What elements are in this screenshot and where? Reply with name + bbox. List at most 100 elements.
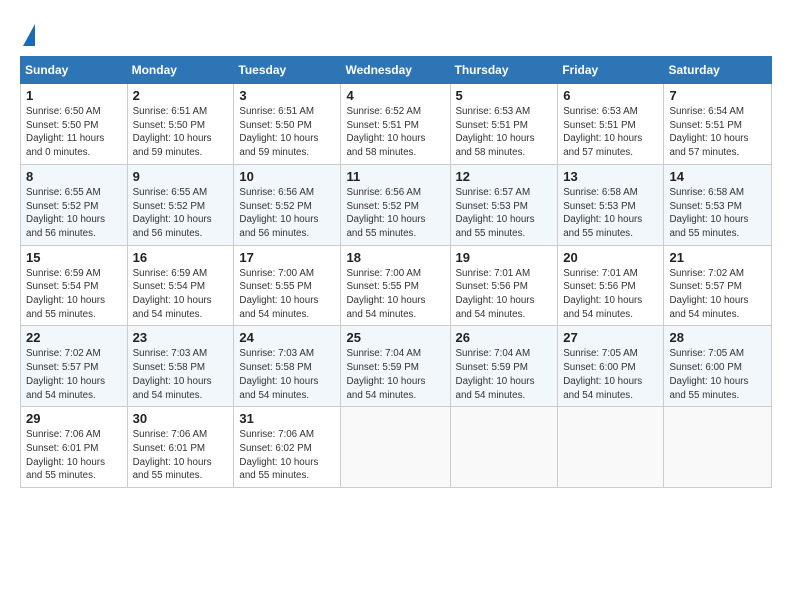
day-number: 7 [669, 88, 766, 103]
day-info: Sunrise: 6:51 AMSunset: 5:50 PMDaylight:… [133, 105, 229, 160]
day-info: Sunrise: 6:57 AMSunset: 5:53 PMDaylight:… [456, 186, 553, 241]
day-cell-1: 1 Sunrise: 6:50 AMSunset: 5:50 PMDaylight… [21, 84, 128, 165]
day-number: 12 [456, 169, 553, 184]
day-cell-30: 30 Sunrise: 7:06 AMSunset: 6:01 PMDayligh… [127, 407, 234, 488]
day-cell-28: 28 Sunrise: 7:05 AMSunset: 6:00 PMDayligh… [664, 326, 772, 407]
day-number: 31 [239, 411, 335, 426]
day-info: Sunrise: 7:01 AMSunset: 5:56 PMDaylight:… [456, 267, 553, 322]
day-info: Sunrise: 7:00 AMSunset: 5:55 PMDaylight:… [346, 267, 444, 322]
day-cell-17: 17 Sunrise: 7:00 AMSunset: 5:55 PMDayligh… [234, 245, 341, 326]
weekday-header-sunday: Sunday [21, 57, 128, 84]
day-cell-29: 29 Sunrise: 7:06 AMSunset: 6:01 PMDayligh… [21, 407, 128, 488]
empty-cell [664, 407, 772, 488]
day-number: 22 [26, 330, 122, 345]
day-info: Sunrise: 7:04 AMSunset: 5:59 PMDaylight:… [346, 347, 444, 402]
day-number: 15 [26, 250, 122, 265]
week-row-3: 15 Sunrise: 6:59 AMSunset: 5:54 PMDayligh… [21, 245, 772, 326]
day-info: Sunrise: 6:53 AMSunset: 5:51 PMDaylight:… [563, 105, 658, 160]
day-number: 16 [133, 250, 229, 265]
day-cell-18: 18 Sunrise: 7:00 AMSunset: 5:55 PMDayligh… [341, 245, 450, 326]
day-cell-5: 5 Sunrise: 6:53 AMSunset: 5:51 PMDaylight… [450, 84, 558, 165]
day-number: 24 [239, 330, 335, 345]
day-number: 20 [563, 250, 658, 265]
day-info: Sunrise: 7:04 AMSunset: 5:59 PMDaylight:… [456, 347, 553, 402]
day-number: 23 [133, 330, 229, 345]
weekday-header-monday: Monday [127, 57, 234, 84]
day-number: 6 [563, 88, 658, 103]
day-number: 5 [456, 88, 553, 103]
day-info: Sunrise: 6:55 AMSunset: 5:52 PMDaylight:… [133, 186, 229, 241]
day-info: Sunrise: 7:03 AMSunset: 5:58 PMDaylight:… [133, 347, 229, 402]
day-number: 13 [563, 169, 658, 184]
day-cell-13: 13Sunrise: 6:58 AMSunset: 5:53 PMDayligh… [558, 164, 664, 245]
day-number: 21 [669, 250, 766, 265]
day-number: 30 [133, 411, 229, 426]
weekday-header-tuesday: Tuesday [234, 57, 341, 84]
day-number: 11 [346, 169, 444, 184]
day-cell-7: 7Sunrise: 6:54 AMSunset: 5:51 PMDaylight… [664, 84, 772, 165]
day-info: Sunrise: 6:53 AMSunset: 5:51 PMDaylight:… [456, 105, 553, 160]
day-cell-24: 24 Sunrise: 7:03 AMSunset: 5:58 PMDayligh… [234, 326, 341, 407]
day-cell-16: 16 Sunrise: 6:59 AMSunset: 5:54 PMDayligh… [127, 245, 234, 326]
weekday-header-row: SundayMondayTuesdayWednesdayThursdayFrid… [21, 57, 772, 84]
day-cell-10: 10 Sunrise: 6:56 AMSunset: 5:52 PMDayligh… [234, 164, 341, 245]
calendar-table: SundayMondayTuesdayWednesdayThursdayFrid… [20, 56, 772, 488]
day-info: Sunrise: 6:56 AMSunset: 5:52 PMDaylight:… [239, 186, 335, 241]
day-info: Sunrise: 7:02 AMSunset: 5:57 PMDaylight:… [669, 267, 766, 322]
day-number: 14 [669, 169, 766, 184]
day-number: 26 [456, 330, 553, 345]
weekday-header-friday: Friday [558, 57, 664, 84]
day-cell-26: 26 Sunrise: 7:04 AMSunset: 5:59 PMDayligh… [450, 326, 558, 407]
day-cell-22: 22 Sunrise: 7:02 AMSunset: 5:57 PMDayligh… [21, 326, 128, 407]
weekday-header-thursday: Thursday [450, 57, 558, 84]
day-number: 10 [239, 169, 335, 184]
day-cell-4: 4Sunrise: 6:52 AMSunset: 5:51 PMDaylight… [341, 84, 450, 165]
empty-cell [450, 407, 558, 488]
logo-arrow-icon [23, 24, 35, 46]
day-cell-14: 14Sunrise: 6:58 AMSunset: 5:53 PMDayligh… [664, 164, 772, 245]
day-info: Sunrise: 7:06 AMSunset: 6:01 PMDaylight:… [133, 428, 229, 483]
day-number: 3 [239, 88, 335, 103]
day-cell-25: 25Sunrise: 7:04 AMSunset: 5:59 PMDayligh… [341, 326, 450, 407]
day-number: 4 [346, 88, 444, 103]
day-number: 28 [669, 330, 766, 345]
day-info: Sunrise: 6:59 AMSunset: 5:54 PMDaylight:… [26, 267, 122, 322]
day-info: Sunrise: 7:06 AMSunset: 6:02 PMDaylight:… [239, 428, 335, 483]
day-number: 19 [456, 250, 553, 265]
day-info: Sunrise: 6:55 AMSunset: 5:52 PMDaylight:… [26, 186, 122, 241]
day-number: 8 [26, 169, 122, 184]
day-info: Sunrise: 7:05 AMSunset: 6:00 PMDaylight:… [563, 347, 658, 402]
day-cell-19: 19 Sunrise: 7:01 AMSunset: 5:56 PMDayligh… [450, 245, 558, 326]
day-info: Sunrise: 7:06 AMSunset: 6:01 PMDaylight:… [26, 428, 122, 483]
day-cell-8: 8 Sunrise: 6:55 AMSunset: 5:52 PMDaylight… [21, 164, 128, 245]
day-info: Sunrise: 7:00 AMSunset: 5:55 PMDaylight:… [239, 267, 335, 322]
day-cell-9: 9 Sunrise: 6:55 AMSunset: 5:52 PMDaylight… [127, 164, 234, 245]
day-cell-23: 23 Sunrise: 7:03 AMSunset: 5:58 PMDayligh… [127, 326, 234, 407]
day-info: Sunrise: 6:51 AMSunset: 5:50 PMDaylight:… [239, 105, 335, 160]
day-number: 1 [26, 88, 122, 103]
day-info: Sunrise: 6:56 AMSunset: 5:52 PMDaylight:… [346, 186, 444, 241]
week-row-4: 22 Sunrise: 7:02 AMSunset: 5:57 PMDayligh… [21, 326, 772, 407]
day-info: Sunrise: 7:05 AMSunset: 6:00 PMDaylight:… [669, 347, 766, 402]
day-cell-20: 20Sunrise: 7:01 AMSunset: 5:56 PMDayligh… [558, 245, 664, 326]
day-number: 9 [133, 169, 229, 184]
week-row-5: 29 Sunrise: 7:06 AMSunset: 6:01 PMDayligh… [21, 407, 772, 488]
day-number: 18 [346, 250, 444, 265]
day-cell-11: 11 Sunrise: 6:56 AMSunset: 5:52 PMDayligh… [341, 164, 450, 245]
page-header [20, 20, 772, 46]
weekday-header-wednesday: Wednesday [341, 57, 450, 84]
day-number: 27 [563, 330, 658, 345]
day-cell-6: 6 Sunrise: 6:53 AMSunset: 5:51 PMDaylight… [558, 84, 664, 165]
day-number: 29 [26, 411, 122, 426]
day-info: Sunrise: 7:03 AMSunset: 5:58 PMDaylight:… [239, 347, 335, 402]
day-info: Sunrise: 7:02 AMSunset: 5:57 PMDaylight:… [26, 347, 122, 402]
weekday-header-saturday: Saturday [664, 57, 772, 84]
day-cell-15: 15 Sunrise: 6:59 AMSunset: 5:54 PMDayligh… [21, 245, 128, 326]
day-info: Sunrise: 6:50 AMSunset: 5:50 PMDaylight:… [26, 105, 122, 160]
day-cell-31: 31 Sunrise: 7:06 AMSunset: 6:02 PMDayligh… [234, 407, 341, 488]
day-info: Sunrise: 6:59 AMSunset: 5:54 PMDaylight:… [133, 267, 229, 322]
empty-cell [558, 407, 664, 488]
day-number: 17 [239, 250, 335, 265]
week-row-2: 8 Sunrise: 6:55 AMSunset: 5:52 PMDaylight… [21, 164, 772, 245]
day-cell-12: 12 Sunrise: 6:57 AMSunset: 5:53 PMDayligh… [450, 164, 558, 245]
